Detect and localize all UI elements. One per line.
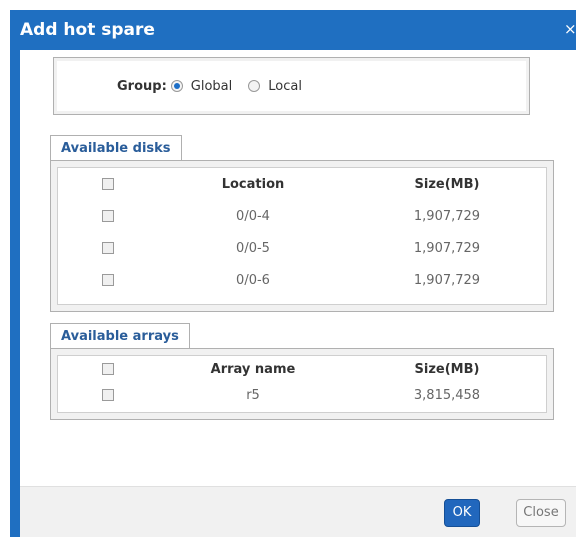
radio-global-label[interactable]: Global <box>191 79 232 94</box>
tab-available-arrays[interactable]: Available arrays <box>50 323 190 349</box>
array-size: 3,815,458 <box>413 387 481 403</box>
disk-checkbox[interactable] <box>102 242 114 254</box>
available-disks-table-wrap: Location Size(MB) 0/0-4 1,907,729 0/0-5 … <box>57 167 547 305</box>
available-disks-panel: Location Size(MB) 0/0-4 1,907,729 0/0-5 … <box>50 160 554 312</box>
table-header-row: Array name Size(MB) <box>58 356 546 382</box>
disk-location: 0/0-4 <box>236 208 270 224</box>
header-location: Location <box>221 176 285 192</box>
table-row[interactable]: 0/0-4 1,907,729 <box>58 200 546 232</box>
available-disks-table: Location Size(MB) 0/0-4 1,907,729 0/0-5 … <box>58 168 546 296</box>
disk-checkbox[interactable] <box>102 210 114 222</box>
add-hot-spare-dialog: Add hot spare × Group: Global Local Avai… <box>10 10 576 537</box>
disk-size: 1,907,729 <box>413 240 481 256</box>
group-label: Group: <box>117 78 167 94</box>
group-row: Group: Global Local <box>117 74 318 98</box>
table-row[interactable]: 0/0-6 1,907,729 <box>58 264 546 296</box>
available-arrays-table-wrap: Array name Size(MB) r5 3,815,458 <box>57 355 547 413</box>
close-icon[interactable]: × <box>564 20 576 38</box>
table-row[interactable]: 0/0-5 1,907,729 <box>58 232 546 264</box>
row-check-cell <box>58 200 158 232</box>
group-box: Group: Global Local <box>53 57 530 115</box>
header-check-cell <box>58 168 158 200</box>
tab-available-disks[interactable]: Available disks <box>50 135 182 161</box>
dialog-footer: OK Close <box>20 486 576 537</box>
array-name: r5 <box>246 387 260 403</box>
disk-location: 0/0-6 <box>236 272 270 288</box>
disk-size: 1,907,729 <box>413 272 481 288</box>
row-check-cell <box>58 232 158 264</box>
table-header-row: Location Size(MB) <box>58 168 546 200</box>
dialog-title: Add hot spare <box>20 20 155 40</box>
radio-local-label[interactable]: Local <box>268 79 302 94</box>
available-arrays-table: Array name Size(MB) r5 3,815,458 <box>58 356 546 408</box>
header-size: Size(MB) <box>414 361 480 377</box>
array-checkbox[interactable] <box>102 389 114 401</box>
ok-button[interactable]: OK <box>444 499 480 527</box>
header-check-cell <box>58 356 158 382</box>
row-check-cell <box>58 264 158 296</box>
select-all-disks-checkbox[interactable] <box>102 178 114 190</box>
header-array-name: Array name <box>210 361 296 377</box>
header-size: Size(MB) <box>414 176 480 192</box>
available-arrays-panel: Array name Size(MB) r5 3,815,458 <box>50 348 554 420</box>
table-row[interactable]: r5 3,815,458 <box>58 382 546 408</box>
radio-local[interactable] <box>248 80 261 92</box>
select-all-arrays-checkbox[interactable] <box>102 363 114 375</box>
row-check-cell <box>58 382 158 408</box>
radio-global[interactable] <box>170 80 183 92</box>
disk-size: 1,907,729 <box>413 208 481 224</box>
disk-location: 0/0-5 <box>236 240 270 256</box>
disk-checkbox[interactable] <box>102 274 114 286</box>
close-button[interactable]: Close <box>516 499 566 527</box>
dialog-body: Group: Global Local Available disks Loca… <box>20 50 576 537</box>
